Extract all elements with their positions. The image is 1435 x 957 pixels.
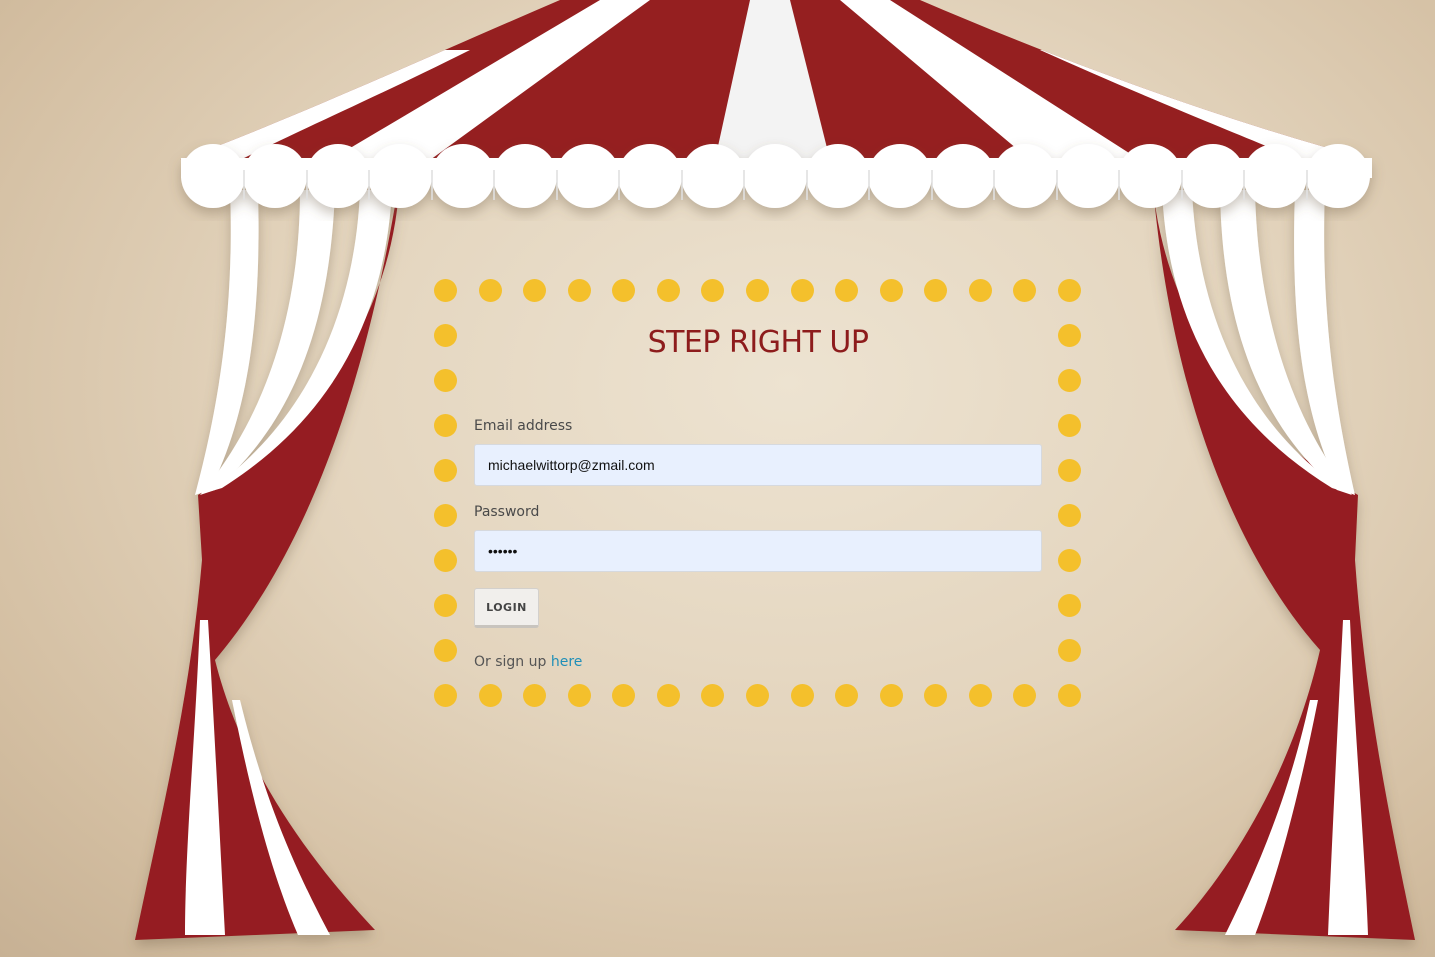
marquee-bulb-icon: [567, 684, 591, 707]
marquee-bulb-icon: [701, 279, 725, 302]
marquee-bulb-icon: [1058, 324, 1081, 347]
marquee-bulb-icon: [434, 639, 457, 662]
marquee-bulb-icon: [1058, 549, 1081, 572]
login-button[interactable]: LOGIN: [474, 588, 539, 628]
marquee-bulb-icon: [1058, 414, 1081, 437]
marquee-bulb-icon: [835, 279, 859, 302]
marquee-bulb-icon: [612, 279, 636, 302]
marquee-bulb-icon: [523, 279, 547, 302]
left-curtain: [135, 175, 400, 940]
marquee-bulb-icon: [1058, 639, 1081, 662]
tent-roof: [180, 0, 1372, 160]
marquee-bulb-icon: [790, 279, 814, 302]
marquee-bulb-icon: [434, 459, 457, 482]
marquee-bulb-icon: [612, 684, 636, 707]
marquee-bulb-icon: [434, 279, 457, 302]
marquee-bulb-icon: [1058, 594, 1081, 617]
signup-prompt: Or sign up here: [474, 654, 582, 670]
marquee-bulb-icon: [701, 684, 725, 707]
marquee-bulb-icon: [434, 684, 457, 707]
email-field[interactable]: [474, 444, 1042, 486]
marquee-bulb-icon: [1058, 369, 1081, 392]
circus-scene: STEP RIGHT UP Email address Password LOG…: [0, 0, 1435, 957]
marquee-bulb-icon: [924, 684, 948, 707]
marquee-bulb-icon: [835, 684, 859, 707]
marquee-bulb-icon: [434, 504, 457, 527]
marquee-bulb-icon: [434, 369, 457, 392]
signup-prefix-text: Or sign up: [474, 654, 551, 670]
signup-link[interactable]: here: [551, 654, 583, 670]
marquee-bulb-icon: [478, 684, 502, 707]
marquee-bulb-icon: [790, 684, 814, 707]
marquee-bulb-icon: [1058, 459, 1081, 482]
marquee-bulb-icon: [746, 684, 769, 707]
marquee-bulb-icon: [656, 684, 680, 707]
marquee-bulb-icon: [434, 414, 457, 437]
marquee-bulb-icon: [1058, 684, 1081, 707]
right-curtain: [1152, 175, 1415, 940]
page-title: STEP RIGHT UP: [647, 325, 869, 360]
marquee-bulb-icon: [746, 279, 769, 302]
marquee-bulb-icon: [1013, 279, 1037, 302]
tent-valance: [181, 144, 1372, 208]
marquee-bulb-icon: [523, 684, 547, 707]
marquee-bulb-icon: [968, 279, 992, 302]
marquee-bulb-icon: [879, 279, 903, 302]
marquee-bulb-icon: [879, 684, 903, 707]
marquee-bulb-icon: [434, 594, 457, 617]
email-label: Email address: [474, 418, 573, 434]
marquee-bulb-icon: [567, 279, 591, 302]
marquee-bulb-icon: [924, 279, 948, 302]
marquee-bulb-icon: [434, 324, 457, 347]
marquee-bulb-icon: [1058, 279, 1081, 302]
marquee-bulb-icon: [478, 279, 502, 302]
marquee-bulb-icon: [656, 279, 680, 302]
marquee-bulb-icon: [1058, 504, 1081, 527]
marquee-bulb-icon: [968, 684, 992, 707]
marquee-bulb-icon: [1013, 684, 1037, 707]
marquee-bulb-icon: [434, 549, 457, 572]
password-label: Password: [474, 504, 540, 520]
password-field[interactable]: [474, 530, 1042, 572]
